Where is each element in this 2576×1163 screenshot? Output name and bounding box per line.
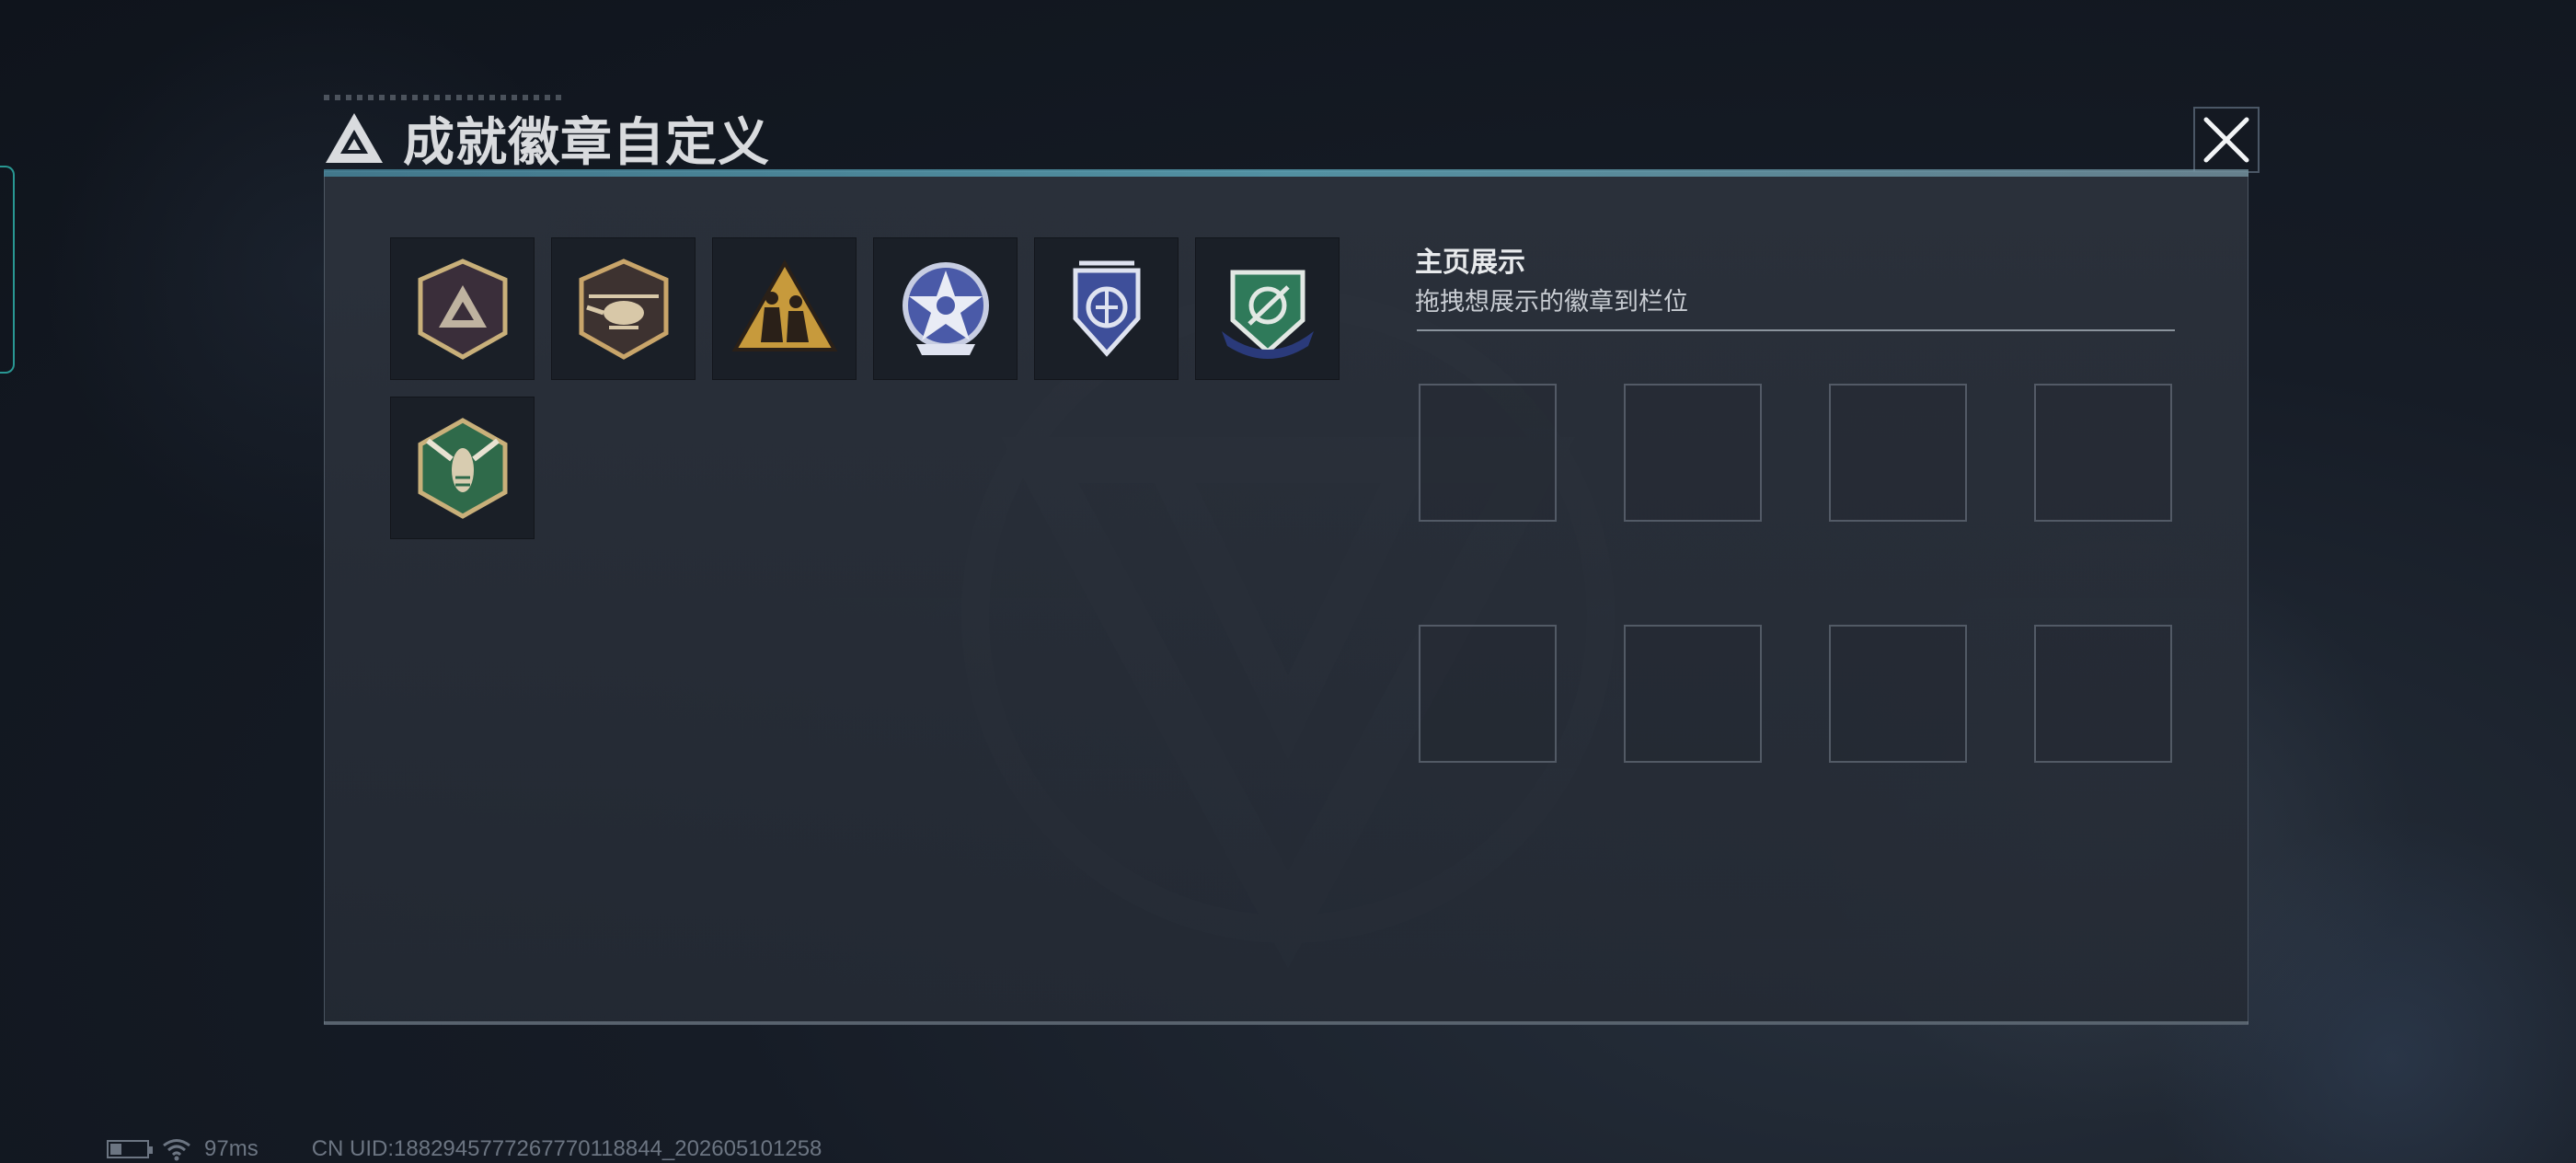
badge-collection: [390, 237, 1365, 539]
badge-blue-star[interactable]: [873, 237, 1018, 380]
showcase-slot[interactable]: [1624, 625, 1762, 763]
showcase-slot[interactable]: [1829, 384, 1967, 522]
title-decoration: [324, 95, 563, 100]
showcase-divider: [1417, 329, 2175, 331]
close-button[interactable]: [2193, 107, 2260, 173]
dialog-title: 成就徽章自定义: [403, 112, 770, 173]
panel-bottom-line: [324, 1021, 2248, 1024]
showcase-slots: [1419, 384, 2175, 763]
dialog-header: 成就徽章自定义: [324, 101, 770, 175]
blue-shield-wings-badge-icon: [1073, 260, 1140, 357]
wifi-icon: [163, 1139, 190, 1161]
panel-accent-line: [324, 169, 2248, 177]
triangle-logo-icon: [326, 113, 383, 163]
side-tab-edge[interactable]: [0, 166, 15, 374]
showcase-slot[interactable]: [1419, 384, 1557, 522]
battery-icon: [107, 1140, 153, 1158]
helicopter-shield-badge-icon: [579, 258, 668, 360]
ping-value: 97ms: [204, 1136, 259, 1161]
triangle-shield-badge-icon: [418, 258, 507, 360]
status-bar: 97ms CN UID:1882945777267770118844_20260…: [107, 1135, 822, 1163]
soldiers-triangle-badge-icon: [731, 259, 837, 351]
badge-blue-shield-wings[interactable]: [1034, 237, 1179, 380]
showcase-slot[interactable]: [1419, 625, 1557, 763]
close-icon: [2203, 117, 2249, 163]
green-crest-badge-icon: [1221, 270, 1314, 359]
showcase-slot[interactable]: [2034, 625, 2172, 763]
badge-green-crest[interactable]: [1195, 237, 1340, 380]
badge-triangle-shield[interactable]: [390, 237, 535, 380]
badge-hornet-hexagon[interactable]: [390, 397, 535, 539]
showcase-hint: 拖拽想展示的徽章到栏位: [1415, 288, 1688, 316]
blue-star-badge-icon: [902, 261, 989, 355]
showcase-title: 主页展示: [1415, 248, 1525, 278]
showcase-slot[interactable]: [1829, 625, 1967, 763]
showcase-slot[interactable]: [1624, 384, 1762, 522]
hornet-hexagon-badge-icon: [418, 417, 507, 519]
badge-helicopter-shield[interactable]: [551, 237, 696, 380]
showcase-slot[interactable]: [2034, 384, 2172, 522]
badge-soldiers-triangle[interactable]: [712, 237, 857, 380]
uid-text: CN UID:1882945777267770118844_2026051012…: [311, 1136, 822, 1161]
